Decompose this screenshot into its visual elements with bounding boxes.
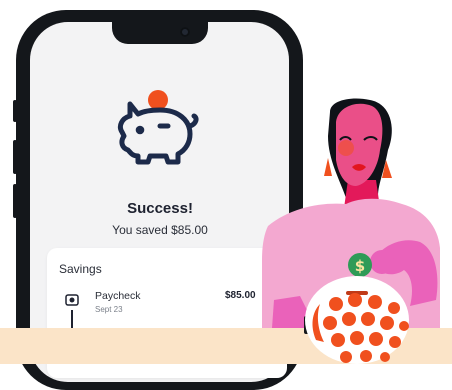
piggy-body [305, 276, 409, 364]
earring [324, 158, 332, 176]
coin-symbol: $ [355, 257, 365, 275]
hand [370, 250, 394, 274]
illustration-scene: Success! You saved $85.00 Savings Payche… [0, 0, 452, 390]
cheek [338, 140, 354, 156]
woman-illustration: $ [262, 98, 440, 364]
